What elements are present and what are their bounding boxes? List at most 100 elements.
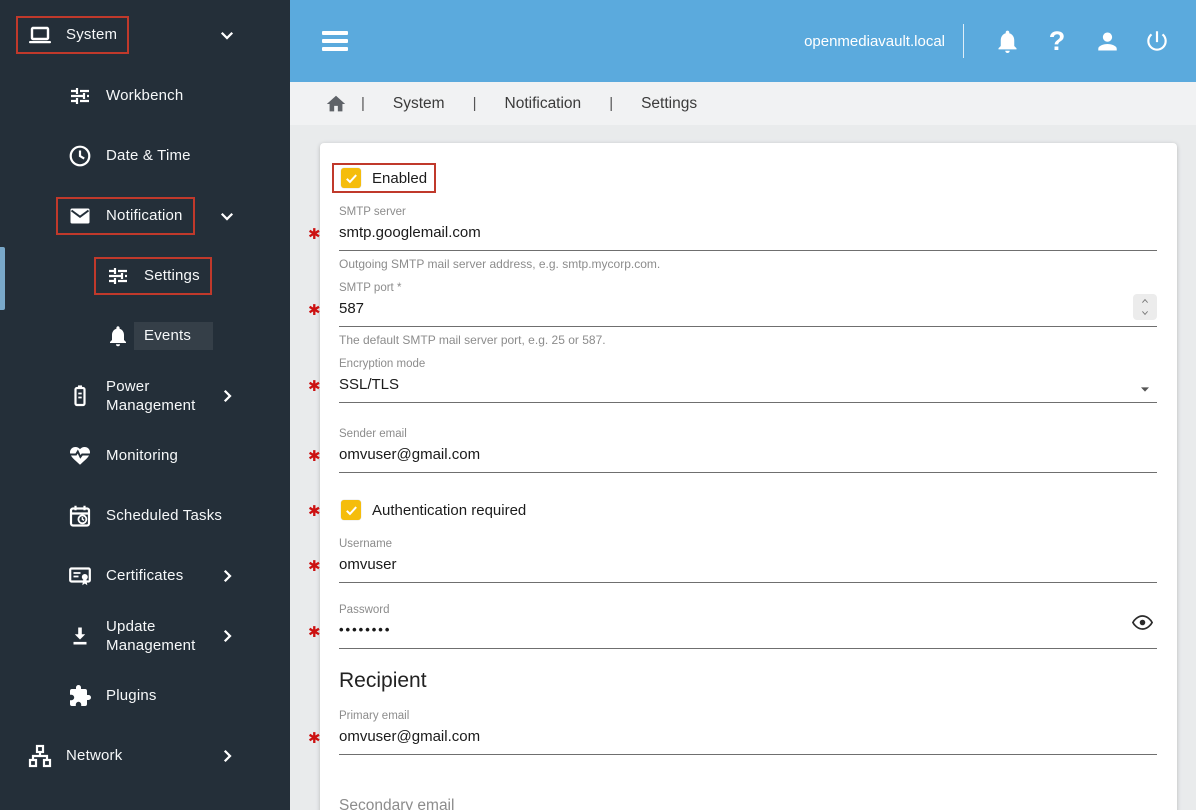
sidebar-item-monitoring[interactable]: Monitoring	[0, 426, 290, 486]
sidebar-item-workbench[interactable]: Workbench	[0, 66, 290, 126]
field-hint: Outgoing SMTP mail server address, e.g. …	[339, 257, 661, 271]
checkbox-checked-icon	[341, 500, 361, 520]
certificate-icon	[68, 564, 92, 588]
dropdown-caret-icon[interactable]	[1137, 381, 1153, 402]
content-area: Enabled ✱ SMTP server smtp.googlemail.co…	[290, 125, 1196, 810]
field-hint: The default SMTP mail server port, e.g. …	[339, 333, 606, 347]
download-icon	[68, 624, 92, 648]
sidebar-item-label: Plugins	[106, 687, 157, 705]
chevron-right-icon	[218, 387, 236, 405]
sender-email-input[interactable]: omvuser@gmail.com	[339, 440, 1157, 473]
sidebar-item-label: Update Management	[106, 617, 196, 655]
sidebar-item-label: Events	[134, 322, 214, 350]
sidebar-item-events[interactable]: Events	[0, 306, 290, 366]
breadcrumb: | System | Notification | Settings	[290, 82, 1196, 125]
notifications-bell-icon[interactable]	[992, 26, 1022, 56]
battery-icon	[68, 384, 92, 408]
required-marker: ✱	[308, 378, 321, 395]
required-marker: ✱	[308, 302, 321, 319]
field-label: Encryption mode	[339, 358, 426, 370]
chevron-right-icon	[218, 747, 236, 765]
required-marker: ✱	[308, 558, 321, 575]
auth-required-checkbox[interactable]: Authentication required	[332, 495, 535, 525]
number-stepper[interactable]	[1133, 294, 1157, 320]
sidebar-item-plugins[interactable]: Plugins	[0, 666, 290, 726]
topbar-divider	[963, 24, 964, 58]
smtp-server-input[interactable]: smtp.googlemail.com	[339, 218, 1157, 251]
checkbox-label: Enabled	[372, 169, 428, 187]
sidebar-item-network[interactable]: Network	[0, 726, 290, 786]
sidebar-item-power-management[interactable]: Power Management	[0, 366, 290, 426]
checkbox-label: Authentication required	[372, 501, 527, 519]
help-icon[interactable]: ?	[1042, 26, 1072, 56]
enabled-checkbox-row: Enabled	[332, 163, 1157, 193]
heart-pulse-icon	[68, 444, 92, 468]
breadcrumb-separator: |	[472, 95, 477, 112]
app-window: System Workbench Date & Time Notificatio…	[0, 0, 1196, 810]
power-icon[interactable]	[1142, 26, 1172, 56]
tune-icon	[68, 84, 92, 108]
sidebar-item-date-time[interactable]: Date & Time	[0, 126, 290, 186]
username-input[interactable]: omvuser	[339, 550, 1157, 583]
sitemap-icon	[28, 744, 52, 768]
sidebar-item-update-management[interactable]: Update Management	[0, 606, 290, 666]
hostname-label: openmediavault.local	[804, 32, 945, 50]
sidebar-item-label: Power Management	[106, 377, 196, 415]
secondary-email-input[interactable]: Secondary email	[339, 785, 1157, 810]
required-marker: ✱	[308, 503, 321, 520]
primary-email-input[interactable]: omvuser@gmail.com	[339, 722, 1157, 755]
sidebar-item-system[interactable]: System	[0, 5, 290, 65]
breadcrumb-item-notification[interactable]: Notification	[505, 95, 582, 113]
sidebar-item-label: Notification	[106, 207, 183, 225]
field-label: SMTP port *	[339, 282, 402, 294]
chevron-right-icon	[218, 567, 236, 585]
sidebar-item-label: Workbench	[106, 87, 184, 105]
password-input[interactable]: ••••••••	[339, 616, 1157, 649]
show-password-eye-icon[interactable]	[1131, 611, 1155, 635]
field-label: Password	[339, 604, 390, 616]
sidebar-item-notification[interactable]: Notification	[0, 186, 290, 246]
topbar: openmediavault.local ?	[290, 0, 1196, 82]
field-label: SMTP server	[339, 206, 406, 218]
primary-email-field-group: ✱ Primary email omvuser@gmail.com	[308, 707, 1157, 755]
tune-icon	[106, 264, 130, 288]
sidebar-item-label: Certificates	[106, 567, 184, 585]
sidebar-item-label: Scheduled Tasks	[106, 507, 223, 525]
notification-settings-form: Enabled ✱ SMTP server smtp.googlemail.co…	[308, 143, 1177, 810]
sidebar-item-label: System	[66, 26, 118, 44]
required-marker: ✱	[308, 730, 321, 747]
puzzle-icon	[68, 684, 92, 708]
chevron-down-icon	[218, 26, 236, 44]
sidebar-item-partial[interactable]	[0, 786, 290, 810]
smtp-server-field-group: ✱ SMTP server smtp.googlemail.com Outgoi…	[308, 203, 1157, 271]
required-marker: ✱	[308, 448, 321, 465]
auth-required-checkbox-row: ✱ Authentication required	[308, 495, 1157, 525]
user-account-icon[interactable]	[1092, 26, 1122, 56]
encryption-mode-field-group: ✱ Encryption mode SSL/TLS	[308, 355, 1157, 403]
sidebar-item-label: Date & Time	[106, 147, 191, 165]
sidebar-item-certificates[interactable]: Certificates	[0, 546, 290, 606]
home-icon[interactable]	[325, 93, 347, 115]
smtp-port-input[interactable]: 587	[339, 294, 1157, 327]
sidebar-item-settings[interactable]: Settings	[0, 246, 290, 306]
enabled-checkbox[interactable]: Enabled	[332, 163, 437, 193]
sidebar: System Workbench Date & Time Notificatio…	[0, 0, 290, 810]
breadcrumb-item-settings[interactable]: Settings	[641, 95, 697, 113]
encryption-mode-select[interactable]: SSL/TLS	[339, 370, 1157, 403]
clock-icon	[68, 144, 92, 168]
recipient-section-heading: Recipient	[339, 669, 427, 692]
required-marker: ✱	[308, 226, 321, 243]
sidebar-item-label: Network	[66, 747, 123, 765]
bell-icon	[106, 324, 130, 348]
sidebar-item-scheduled-tasks[interactable]: Scheduled Tasks	[0, 486, 290, 546]
calendar-clock-icon	[68, 504, 92, 528]
sidebar-item-label: Monitoring	[106, 447, 179, 465]
breadcrumb-item-system[interactable]: System	[393, 95, 445, 113]
users-icon	[86, 804, 110, 810]
email-icon	[68, 204, 92, 228]
sender-email-field-group: ✱ Sender email omvuser@gmail.com	[308, 425, 1157, 473]
smtp-port-field-group: ✱ SMTP port * 587 The default SMTP mail …	[308, 279, 1157, 347]
chevron-right-icon	[218, 627, 236, 645]
username-field-group: ✱ Username omvuser	[308, 535, 1157, 583]
menu-toggle-icon[interactable]	[322, 31, 348, 51]
